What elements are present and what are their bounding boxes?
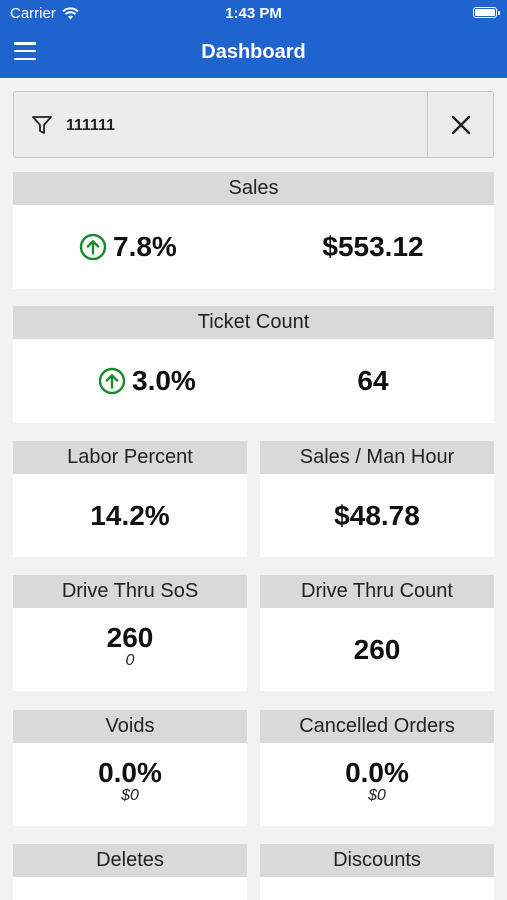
card-header: Cancelled Orders — [260, 710, 494, 743]
drive-thru-sos-card[interactable]: Drive Thru SoS 260 0 — [13, 575, 247, 691]
close-icon — [451, 115, 471, 134]
card-header: Labor Percent — [13, 441, 247, 474]
card-header: Voids — [13, 710, 247, 743]
voids-value: 0.0% — [98, 757, 162, 788]
clear-filter-button[interactable] — [428, 92, 494, 157]
cancelled-orders-sub: $0 — [368, 787, 386, 804]
cancelled-orders-value: 0.0% — [345, 757, 409, 788]
arrow-up-circle-icon — [98, 367, 126, 395]
drive-thru-count-card[interactable]: Drive Thru Count 260 — [260, 575, 494, 691]
sales-man-hour-value: $48.78 — [334, 500, 420, 531]
filter-icon — [32, 116, 52, 134]
labor-percent-value: 14.2% — [90, 500, 170, 531]
deletes-card[interactable]: Deletes — [13, 844, 247, 900]
card-header: Ticket Count — [13, 306, 494, 339]
cancelled-orders-card[interactable]: Cancelled Orders 0.0% $0 — [260, 710, 494, 826]
sales-man-hour-card[interactable]: Sales / Man Hour $48.78 — [260, 441, 494, 557]
nav-bar: Dashboard — [0, 28, 507, 78]
drive-thru-sos-sub: 0 — [125, 652, 135, 669]
ticket-count-change-value: 3.0% — [132, 365, 196, 396]
page-title: Dashboard — [201, 41, 306, 63]
discounts-card[interactable]: Discounts — [260, 844, 494, 900]
drive-thru-sos-value: 260 — [106, 622, 154, 653]
sales-card[interactable]: Sales 7.8% $553.12 — [13, 172, 494, 289]
filter-value[interactable]: 111111 — [66, 117, 115, 135]
drive-thru-count-value: 260 — [353, 634, 401, 665]
card-header: Drive Thru SoS — [13, 575, 247, 608]
sales-change-value: 7.8% — [113, 231, 177, 262]
ticket-count-value: 64 — [357, 365, 389, 396]
status-time: 1:43 PM — [225, 5, 282, 22]
battery-icon — [473, 7, 500, 18]
card-header: Discounts — [260, 844, 494, 877]
voids-sub: $0 — [121, 787, 139, 804]
arrow-up-circle-icon — [79, 233, 107, 261]
card-header: Deletes — [13, 844, 247, 877]
sales-value: $553.12 — [322, 231, 424, 262]
voids-card[interactable]: Voids 0.0% $0 — [13, 710, 247, 826]
labor-percent-card[interactable]: Labor Percent 14.2% — [13, 441, 247, 557]
card-header: Drive Thru Count — [260, 575, 494, 608]
card-header: Sales / Man Hour — [260, 441, 494, 474]
filter-bar[interactable]: 111111 — [13, 91, 494, 158]
ticket-count-change: 3.0% — [98, 365, 196, 397]
ticket-count-card[interactable]: Ticket Count 3.0% 64 — [13, 306, 494, 423]
card-header: Sales — [13, 172, 494, 205]
sales-change: 7.8% — [79, 231, 177, 263]
status-bar: Carrier 1:43 PM — [0, 0, 507, 28]
